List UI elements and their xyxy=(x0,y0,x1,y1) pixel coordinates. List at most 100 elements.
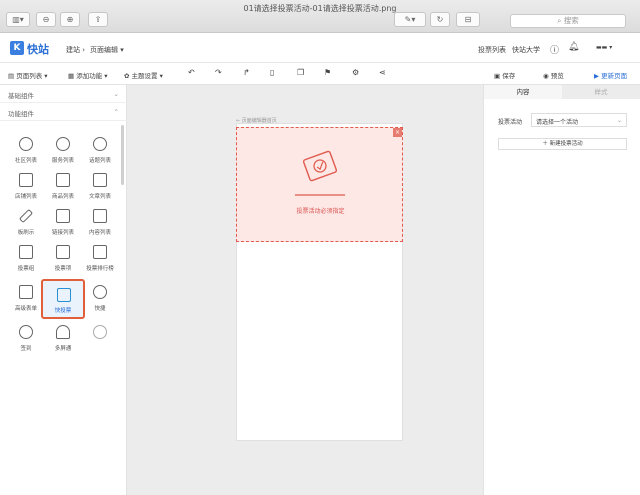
publish-button[interactable]: ▶ 更新页面 xyxy=(594,70,627,80)
bag-icon xyxy=(56,173,70,187)
vote-activity-select[interactable]: 请选择一个活动 ⌄ xyxy=(531,113,627,127)
ruler-icon xyxy=(18,208,34,224)
copy-icon[interactable]: ❐ xyxy=(297,68,304,77)
editor-canvas: ← 页面编辑器首页 × 投票活动必须指定 xyxy=(127,85,483,495)
bell-icon[interactable]: 🔔︎ xyxy=(568,42,579,52)
toolbox-button[interactable]: ⊟ xyxy=(456,12,480,27)
component-article-list[interactable]: 文章列表 xyxy=(80,173,120,209)
undo-icon[interactable]: ↶ xyxy=(188,68,195,77)
ticket-icon xyxy=(295,150,345,196)
chevron-up-icon: ⌃ xyxy=(113,108,119,116)
component-vote-item[interactable]: 投票项 xyxy=(43,245,83,281)
app-header: K 快站 建站 › 页面编辑 ▾ 投票列表 快站大学 ⓘ 🔔︎ ▬▬ ▾ xyxy=(0,33,640,63)
tab-content[interactable]: 内容 xyxy=(484,85,562,99)
share-button[interactable]: ⇪ xyxy=(88,12,108,27)
eye-icon: ◉ xyxy=(543,72,551,80)
component-panel: 基础组件 ⌄ 功能组件 ⌃ 社区列表 服务列表 话题列表 店铺列表 商品列表 文章列… xyxy=(0,85,127,495)
form-icon xyxy=(19,285,33,299)
component-more[interactable] xyxy=(80,325,120,361)
logo-icon: K xyxy=(10,41,24,55)
save-icon: ▣ xyxy=(494,72,503,80)
rotate-icon: ↻ xyxy=(436,15,444,24)
sidebar-toggle-button[interactable]: ▥▾ xyxy=(6,12,30,27)
share-arrow-icon[interactable]: ↱ xyxy=(243,68,250,77)
component-service-list[interactable]: 服务列表 xyxy=(43,137,83,173)
toolbox-icon: ⊟ xyxy=(464,15,472,24)
page-list-button[interactable]: ▤ 页面列表 ▾ xyxy=(8,70,48,80)
menu-circle-icon xyxy=(93,285,107,299)
component-vote-ranking[interactable]: 投票排行榜 xyxy=(80,245,120,281)
clipboard-icon xyxy=(93,245,107,259)
check-circle-icon xyxy=(19,325,33,339)
heart-icon xyxy=(56,137,70,151)
rotate-button[interactable]: ↻ xyxy=(430,12,450,27)
help-icon[interactable]: ⓘ xyxy=(550,43,559,56)
component-link-list[interactable]: 链接列表 xyxy=(43,209,83,245)
component-topic-list[interactable]: 话题列表 xyxy=(80,137,120,173)
markup-button[interactable]: ✎▾ xyxy=(394,12,426,27)
gear-icon[interactable]: ⚙ xyxy=(352,68,359,77)
more-icon xyxy=(93,325,107,339)
zoom-out-icon: ⊖ xyxy=(42,15,50,24)
section-function-components[interactable]: 功能组件 ⌃ xyxy=(0,103,127,121)
plus-icon: ＋ xyxy=(542,141,550,147)
nav-page-edit[interactable]: 页面编辑 ▾ xyxy=(90,45,124,55)
editor-toolbar: ▤ 页面列表 ▾ ▦ 添加功能 ▾ ✿ 主题设置 ▾ ↶ ↷ ↱ ▯ ❐ ⚑ ⚙… xyxy=(0,63,640,85)
vote-list-link[interactable]: 投票列表 xyxy=(478,45,506,55)
save-button[interactable]: ▣ 保存 xyxy=(494,70,515,80)
preview-button[interactable]: ◉ 预览 xyxy=(543,70,564,80)
theme-settings-button[interactable]: ✿ 主题设置 ▾ xyxy=(124,70,163,80)
window-titlebar: 01请选择投票活动-01请选择投票活动.png ▥▾ ⊖ ⊕ ⇪ ✎▾ ↻ ⊟ … xyxy=(0,0,640,33)
chat-icon xyxy=(93,137,107,151)
redo-icon[interactable]: ↷ xyxy=(215,68,222,77)
component-store-list[interactable]: 店铺列表 xyxy=(6,173,46,209)
account-menu[interactable]: ▬▬ ▾ xyxy=(596,44,612,51)
vote-activity-label: 投票活动 xyxy=(498,119,523,126)
chevron-down-icon: ⌄ xyxy=(113,90,119,98)
pen-icon: ✎▾ xyxy=(404,15,416,24)
headset-icon xyxy=(56,325,70,339)
component-advanced-form[interactable]: 高级表单 xyxy=(6,285,46,321)
add-function-button[interactable]: ▦ 添加功能 ▾ xyxy=(68,70,108,80)
component-shortcut[interactable]: 快捷 xyxy=(80,285,120,321)
zoom-out-button[interactable]: ⊖ xyxy=(36,12,56,27)
quick-vote-icon xyxy=(57,288,71,302)
share-nodes-icon[interactable]: ⋖ xyxy=(379,68,386,77)
component-vote-group[interactable]: 投票组 xyxy=(6,245,46,281)
zoom-in-icon: ⊕ xyxy=(66,15,74,24)
store-icon xyxy=(19,173,33,187)
mobile-icon[interactable]: ▯ xyxy=(270,68,274,77)
document-icon xyxy=(93,173,107,187)
component-product-list[interactable]: 商品列表 xyxy=(43,173,83,209)
search-icon: ⌕ xyxy=(557,16,564,25)
zoom-in-button[interactable]: ⊕ xyxy=(60,12,80,27)
community-icon xyxy=(19,137,33,151)
vote-item-icon xyxy=(56,245,70,259)
sidebar-icon: ▥▾ xyxy=(12,15,24,24)
logo-text: 快站 xyxy=(27,43,49,56)
palette-icon: ✿ xyxy=(124,72,132,80)
component-multi-screen[interactable]: 多屏通 xyxy=(43,325,83,361)
search-input[interactable]: ⌕ 搜索 xyxy=(510,14,626,28)
nav-build-site[interactable]: 建站 › xyxy=(66,45,85,55)
component-quick-vote[interactable]: 快投票 xyxy=(41,279,85,319)
share-icon: ⇪ xyxy=(94,15,102,24)
settings-panel: 内容 样式 投票活动 请选择一个活动 ⌄ ＋ 新建投票活动 xyxy=(483,85,640,495)
tab-style[interactable]: 样式 xyxy=(562,85,640,99)
section-basic-components[interactable]: 基础组件 ⌄ xyxy=(0,85,127,103)
chevron-down-icon: ⌄ xyxy=(616,117,622,124)
list-icon: ▤ xyxy=(8,72,17,80)
new-vote-activity-button[interactable]: ＋ 新建投票活动 xyxy=(498,138,627,150)
brush-icon[interactable]: ⚑ xyxy=(324,68,331,77)
grid-icon: ▦ xyxy=(68,72,77,80)
vote-placeholder[interactable]: × 投票活动必须指定 xyxy=(236,127,403,242)
component-content-list[interactable]: 内容列表 xyxy=(80,209,120,245)
component-check-in[interactable]: 签到 xyxy=(6,325,46,361)
kuaizhan-university-link[interactable]: 快站大学 xyxy=(512,45,540,55)
grid-vote-icon xyxy=(19,245,33,259)
component-board-display[interactable]: 板刷示 xyxy=(6,208,46,245)
scrollbar[interactable] xyxy=(121,125,124,185)
component-community-list[interactable]: 社区列表 xyxy=(6,137,46,173)
vote-required-message: 投票活动必须指定 xyxy=(296,208,345,215)
link-icon xyxy=(56,209,70,223)
